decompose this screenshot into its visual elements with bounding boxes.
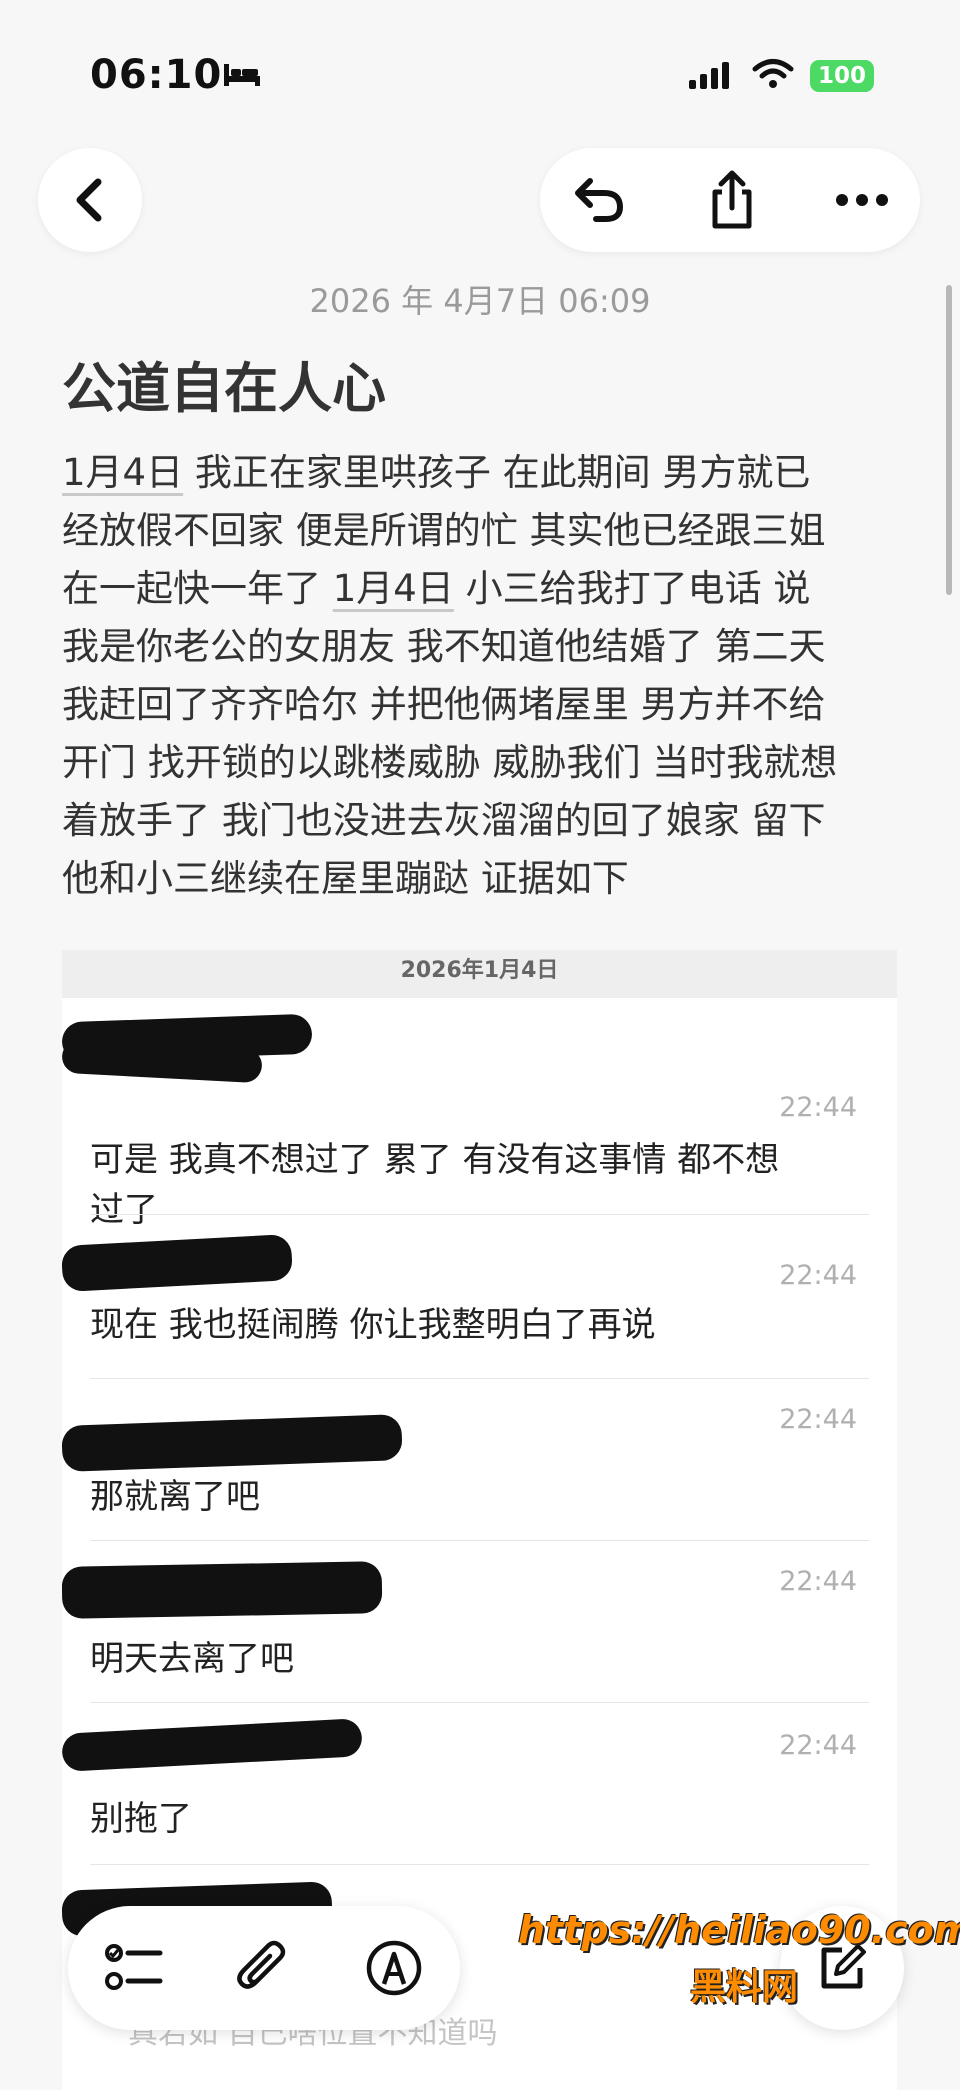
redacted-name [62, 1234, 294, 1292]
watermark-url: https://heiliao90.com [518, 1908, 960, 1952]
chat-message: 22:44 别拖了 [62, 1706, 897, 1866]
share-icon [712, 170, 752, 229]
wifi-icon [752, 59, 794, 88]
note-actions-group [540, 148, 920, 252]
chat-message: 22:44 现在 我也挺闹腾 你让我整明白了再说 [62, 1220, 897, 1390]
redacted-name [62, 1561, 383, 1619]
watermark-site: 黑料网 [690, 1967, 799, 2008]
redacted-name [62, 1414, 403, 1472]
date-link[interactable]: 1月4日 [62, 451, 183, 494]
message-text: 那就离了吧 [90, 1477, 260, 1517]
note-body[interactable]: 1月4日 我正在家里哄孩子 在此期间 男方就已 经放假不回家 便是所谓的忙 其实… [62, 444, 912, 908]
body-line: 他和小三继续在屋里蹦跶 证据如下 [62, 857, 629, 900]
markup-button[interactable] [354, 1928, 434, 2008]
bottom-toolbar [68, 1906, 460, 2030]
body-line: 着放手了 我门也没进去灰溜溜的回了娘家 留下 [62, 799, 826, 842]
message-time: 22:44 [779, 1260, 857, 1291]
checklist-icon [105, 1944, 163, 1990]
chevron-left-icon [76, 178, 102, 222]
paperclip-icon [237, 1940, 286, 1989]
date-link[interactable]: 1月4日 [333, 567, 454, 610]
chat-date: 2026年1月4日 [62, 950, 897, 998]
bed-icon [224, 64, 260, 86]
status-time: 06:10 [90, 52, 223, 98]
body-text: 小三给我打了电话 说 [453, 567, 811, 610]
note-date: 2026 年 4月7日 06:09 [309, 282, 651, 320]
attach-button[interactable] [222, 1928, 302, 2008]
body-text: 我正在家里哄孩子 在此期间 男方就已 [183, 451, 811, 494]
message-time: 22:44 [779, 1092, 857, 1123]
message-time: 22:44 [779, 1404, 857, 1435]
chat-message: 22:44 明天去离了吧 [62, 1542, 897, 1702]
pen-circle-icon [366, 1940, 422, 1996]
message-text: 现在 我也挺闹腾 你让我整明白了再说 [90, 1305, 656, 1345]
body-line: 经放假不回家 便是所谓的忙 其实他已经跟三姐 [62, 509, 826, 552]
chat-message: 22:44 可是 我真不想过了 累了 有没有这事情 都不想 过了 [62, 1010, 897, 1230]
more-button[interactable] [804, 148, 920, 252]
body-line: 1月4日 我正在家里哄孩子 在此期间 男方就已 [62, 444, 912, 502]
undo-button[interactable] [540, 148, 660, 252]
more-icon [836, 194, 888, 206]
share-button[interactable] [672, 148, 792, 252]
scrollbar[interactable] [946, 285, 952, 595]
body-line: 在一起快一年了 1月4日 小三给我打了电话 说 [62, 560, 912, 618]
redacted-name [62, 1718, 363, 1772]
message-time: 22:44 [779, 1566, 857, 1597]
battery-indicator: 100 [810, 60, 874, 92]
message-text: 明天去离了吧 [90, 1639, 294, 1679]
body-line: 开门 找开锁的以跳楼威胁 威胁我们 当时我就想 [62, 741, 838, 784]
signal-icon [689, 62, 729, 89]
message-time: 22:44 [779, 1730, 857, 1761]
body-text: 在一起快一年了 [62, 567, 333, 610]
message-text: 别拖了 [90, 1799, 192, 1839]
checklist-button[interactable] [94, 1928, 174, 2008]
back-button[interactable] [38, 148, 142, 252]
undo-icon [575, 178, 624, 222]
note-title[interactable]: 公道自在人心 [62, 344, 386, 423]
body-line: 我赶回了齐齐哈尔 并把他俩堵屋里 男方并不给 [62, 683, 826, 726]
body-line: 我是你老公的女朋友 我不知道他结婚了 第二天 [62, 625, 826, 668]
chat-message: 22:44 那就离了吧 [62, 1380, 897, 1540]
